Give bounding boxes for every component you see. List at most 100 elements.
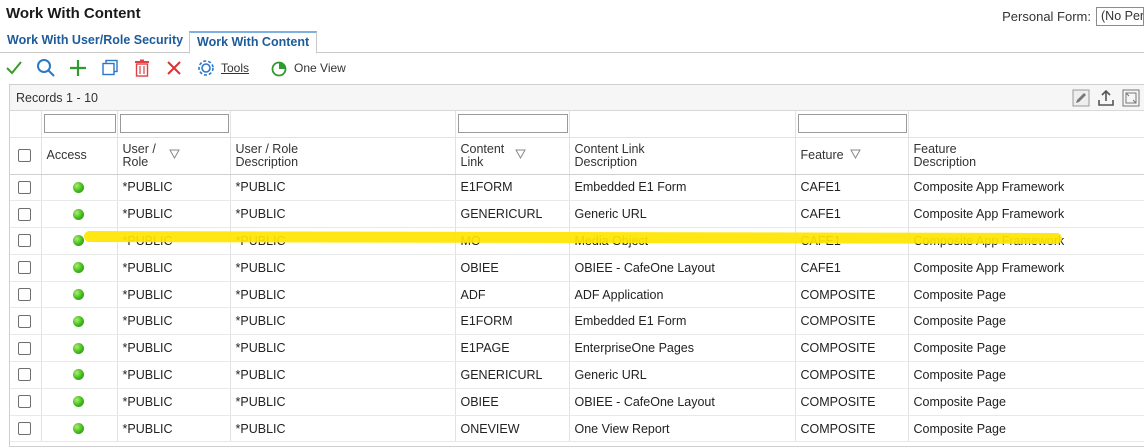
personal-form-select[interactable]: (No Personal Form)	[1096, 7, 1144, 26]
access-status-icon	[72, 369, 84, 381]
row-checkbox[interactable]	[18, 395, 31, 409]
tools-label: Tools	[221, 61, 250, 75]
table-row[interactable]: *PUBLIC *PUBLIC E1FORM Embedded E1 Form COMP…	[10, 307, 1144, 336]
col-user-role[interactable]: User / Role	[117, 137, 231, 175]
edit-grid-icon[interactable]	[1071, 88, 1090, 107]
user-role-description-cell: *PUBLIC	[230, 281, 456, 309]
access-status-icon	[72, 262, 84, 274]
grid-tools	[1071, 88, 1140, 107]
one-view-menu[interactable]: One View	[265, 57, 346, 79]
personal-form: Personal Form: (No Personal Form)	[1002, 7, 1144, 26]
content-link-cell: E1PAGE	[455, 334, 570, 363]
feature-cell: CAFE1	[795, 174, 909, 202]
feature-cell: COMPOSITE	[795, 388, 909, 416]
feature-description-cell: Composite Page	[908, 334, 1144, 363]
table-row[interactable]: *PUBLIC *PUBLIC OBIEE OBIEE - CafeOne Layou…	[10, 388, 1144, 416]
personal-form-label: Personal Form:	[1002, 9, 1091, 24]
content-link-description-cell: Generic URL	[569, 361, 796, 389]
user-role-cell: *PUBLIC	[117, 307, 231, 336]
gear-icon	[195, 57, 217, 79]
sort-icon[interactable]	[168, 149, 180, 162]
user-role-cell: *PUBLIC	[117, 174, 231, 202]
tab-bar: Work With User/Role Security Work With C…	[0, 31, 1144, 54]
grid-header-bar: Records 1 - 10	[10, 85, 1144, 111]
access-status-icon	[72, 423, 84, 435]
table-row[interactable]: *PUBLIC *PUBLIC OBIEE OBIEE - CafeOne Layou…	[10, 254, 1144, 282]
content-link-filter-input[interactable]	[457, 114, 568, 134]
row-checkbox[interactable]	[18, 261, 31, 275]
row-checkbox[interactable]	[18, 234, 31, 248]
content-link-cell: GENERICURL	[455, 361, 570, 389]
feature-description-cell: Composite Page	[908, 307, 1144, 336]
row-checkbox[interactable]	[18, 180, 31, 194]
check-icon[interactable]	[3, 57, 25, 79]
table-row[interactable]: *PUBLIC *PUBLIC GENERICURL Generic URL CAFE1…	[10, 200, 1144, 229]
access-filter-input[interactable]	[43, 114, 116, 134]
content-link-description-cell: Embedded E1 Form	[569, 174, 796, 202]
table-row[interactable]: *PUBLIC *PUBLIC ADF ADF Application COMPOSIT…	[10, 281, 1144, 309]
feature-description-cell: Composite App Framework	[908, 174, 1144, 202]
feature-filter-input[interactable]	[797, 114, 907, 134]
user-role-description-cell: *PUBLIC	[230, 361, 456, 389]
row-checkbox[interactable]	[18, 368, 31, 382]
copy-icon[interactable]	[99, 57, 121, 79]
user-role-description-cell: *PUBLIC	[230, 200, 456, 229]
add-icon[interactable]	[67, 57, 89, 79]
user-role-description-cell: *PUBLIC	[230, 227, 456, 255]
row-checkbox[interactable]	[18, 314, 31, 328]
col-user-role-label: User / Role	[122, 141, 156, 169]
grid-table: Access User / Role User / Role Descripti…	[10, 111, 1144, 443]
content-link-description-cell: ADF Application	[569, 281, 796, 309]
access-status-icon	[72, 342, 84, 354]
table-row[interactable]: *PUBLIC *PUBLIC GENERICURL Generic URL COMPO…	[10, 361, 1144, 389]
records-count: Records 1 - 10	[16, 91, 98, 105]
row-checkbox[interactable]	[18, 288, 31, 302]
feature-cell: COMPOSITE	[795, 415, 909, 443]
close-icon[interactable]	[163, 57, 185, 79]
col-content-link-label: Content Link	[460, 141, 505, 169]
user-role-filter-input[interactable]	[119, 114, 229, 134]
user-role-cell: *PUBLIC	[117, 388, 231, 416]
row-checkbox[interactable]	[18, 207, 31, 221]
col-feature[interactable]: Feature	[795, 137, 909, 175]
feature-description-cell: Composite App Framework	[908, 254, 1144, 282]
content-link-cell: E1FORM	[455, 174, 570, 202]
table-row[interactable]: *PUBLIC *PUBLIC E1FORM Embedded E1 Form CAFE…	[10, 174, 1144, 202]
feature-cell: COMPOSITE	[795, 361, 909, 389]
table-row[interactable]: *PUBLIC *PUBLIC E1PAGE EnterpriseOne Pages C…	[10, 334, 1144, 363]
select-all-checkbox[interactable]	[18, 149, 31, 162]
tools-menu[interactable]: Tools	[192, 57, 249, 79]
delete-icon[interactable]	[131, 57, 153, 79]
export-icon[interactable]	[1096, 88, 1115, 107]
search-icon[interactable]	[35, 57, 57, 79]
col-access[interactable]: Access	[41, 137, 118, 175]
col-user-role-description: User / Role Description	[235, 141, 299, 169]
col-content-link[interactable]: Content Link	[455, 137, 570, 175]
tab-work-with-content[interactable]: Work With Content	[189, 31, 318, 54]
table-row[interactable]: *PUBLIC *PUBLIC ONEVIEW One View Report COMP…	[10, 415, 1144, 443]
feature-description-cell: Composite Page	[908, 388, 1144, 416]
feature-cell: COMPOSITE	[795, 334, 909, 363]
row-checkbox[interactable]	[18, 341, 31, 355]
row-checkbox[interactable]	[18, 422, 31, 436]
content-grid: Records 1 - 10 Access User / Role User /…	[9, 84, 1144, 447]
title-bar: Work With Content Personal Form: (No Per…	[0, 0, 1144, 30]
col-feature-label: Feature	[800, 148, 844, 162]
content-link-cell: MO	[455, 227, 570, 255]
access-status-icon	[72, 235, 84, 247]
sort-icon[interactable]	[514, 149, 526, 162]
feature-cell: CAFE1	[795, 227, 909, 255]
maximize-grid-icon[interactable]	[1121, 88, 1140, 107]
user-role-description-cell: *PUBLIC	[230, 388, 456, 416]
feature-description-cell: Composite Page	[908, 361, 1144, 389]
sort-icon[interactable]	[849, 149, 861, 162]
access-status-icon	[72, 289, 84, 301]
user-role-description-cell: *PUBLIC	[230, 415, 456, 443]
tab-user-role-security[interactable]: Work With User/Role Security	[0, 31, 190, 53]
content-link-description-cell: Media Object	[569, 227, 796, 255]
user-role-cell: *PUBLIC	[117, 227, 231, 255]
feature-cell: COMPOSITE	[795, 281, 909, 309]
table-row[interactable]: *PUBLIC *PUBLIC MO Media Object CAFE1 Composi…	[10, 227, 1144, 255]
one-view-icon	[268, 57, 290, 79]
col-content-link-description: Content Link Description	[574, 141, 645, 169]
